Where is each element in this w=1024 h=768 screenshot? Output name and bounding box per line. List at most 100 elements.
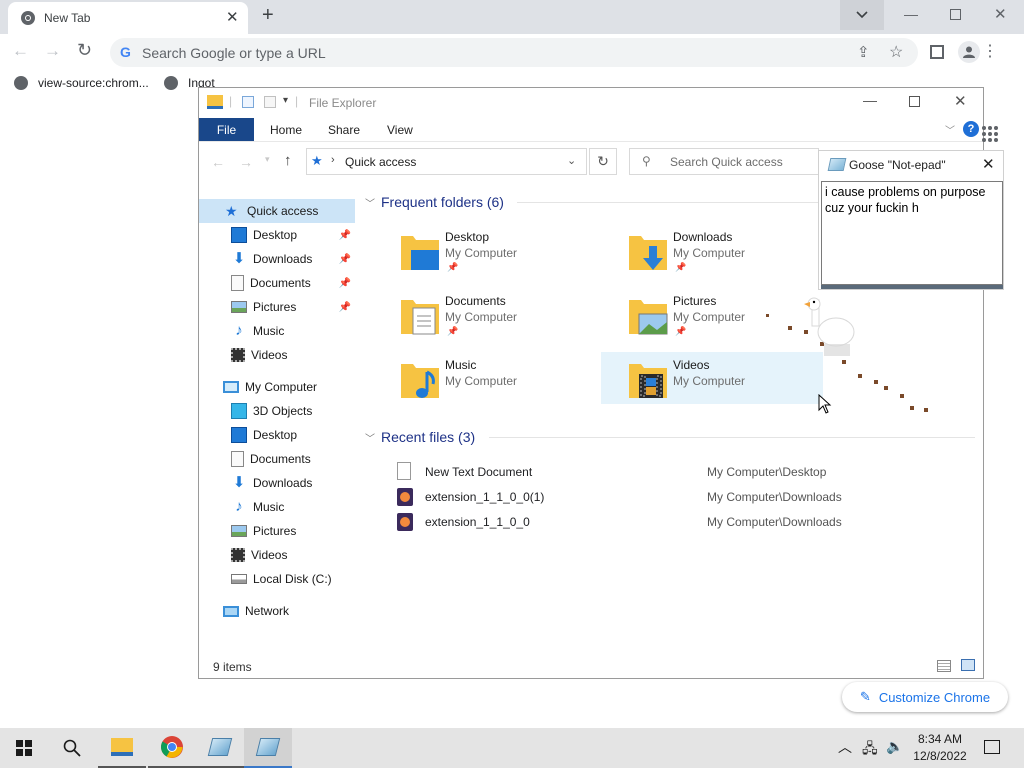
- ribbon-tab-file[interactable]: File: [199, 118, 254, 141]
- file-name: extension_1_1_0_0(1): [425, 490, 545, 504]
- back-arrow-icon[interactable]: ←: [12, 41, 29, 61]
- profile-avatar[interactable]: [958, 41, 980, 63]
- folder-downloads[interactable]: Downloads My Computer 📌: [627, 228, 847, 278]
- windows-logo-icon: [16, 740, 32, 756]
- nav-3d-objects[interactable]: 3D Objects: [231, 399, 355, 423]
- up-arrow-icon[interactable]: ↑: [284, 152, 292, 169]
- nav-label: Desktop: [253, 228, 298, 242]
- ribbon-tab-share[interactable]: Share: [328, 118, 360, 141]
- search-box[interactable]: ⚲ Search Quick access: [629, 148, 819, 175]
- nav-my-computer[interactable]: My Computer: [223, 375, 355, 399]
- taskbar-chrome[interactable]: [148, 728, 196, 768]
- taskbar-search-button[interactable]: [48, 728, 96, 768]
- ribbon-tab-home[interactable]: Home: [270, 118, 302, 141]
- omnibox[interactable]: G Search Google or type a URL ⇪ ☆: [110, 38, 918, 67]
- nav-downloads[interactable]: ⬇ Downloads 📌: [231, 247, 355, 271]
- pin-icon: 📌: [447, 262, 459, 272]
- tab-close-icon[interactable]: ✕: [226, 8, 239, 26]
- nav-quick-access[interactable]: ★ Quick access: [199, 199, 355, 223]
- recent-file-row[interactable]: extension_1_1_0_0(1) My Computer\Downloa…: [395, 485, 995, 509]
- close-icon[interactable]: ✕: [982, 155, 995, 173]
- nav-music[interactable]: ♪ Music: [231, 319, 355, 343]
- maximize-icon[interactable]: [909, 96, 920, 107]
- taskbar-goose-notepad[interactable]: [244, 728, 292, 768]
- extension-file-icon: [397, 513, 413, 531]
- nav-documents[interactable]: Documents 📌: [231, 271, 355, 295]
- nav-documents-pc[interactable]: Documents: [231, 447, 355, 471]
- folder-location: My Computer: [445, 246, 518, 260]
- tab-new-tab[interactable]: New Tab ✕: [8, 2, 248, 34]
- folder-name: Videos: [673, 358, 710, 372]
- folder-icon: [207, 95, 223, 109]
- pin-icon: 📌: [675, 326, 687, 336]
- customize-chrome-button[interactable]: ✎ Customize Chrome: [842, 682, 1008, 712]
- nav-label: Downloads: [253, 252, 313, 266]
- ribbon-expand-icon[interactable]: ﹀: [945, 122, 955, 137]
- qat-dropdown-icon[interactable]: ▾: [283, 95, 288, 106]
- recent-file-row[interactable]: extension_1_1_0_0 My Computer\Downloads: [395, 510, 995, 534]
- chevron-down-icon: ﹀: [365, 198, 375, 210]
- minimize-icon[interactable]: —: [904, 6, 918, 22]
- chevron-up-icon[interactable]: ︿: [838, 737, 852, 757]
- taskbar-file-explorer[interactable]: [98, 728, 146, 768]
- refresh-button[interactable]: ↻: [589, 148, 617, 175]
- volume-icon[interactable]: 🔈: [886, 738, 903, 755]
- folder-desktop[interactable]: Desktop My Computer 📌: [399, 228, 619, 278]
- recent-locations-icon[interactable]: ▾: [265, 154, 270, 165]
- apps-grid-icon[interactable]: [982, 126, 998, 142]
- nav-videos-pc[interactable]: Videos: [231, 543, 355, 567]
- notifications-icon[interactable]: [984, 740, 1000, 754]
- forward-arrow-icon[interactable]: →: [44, 41, 61, 61]
- side-panel-icon[interactable]: [930, 45, 944, 59]
- forward-arrow-icon[interactable]: →: [239, 154, 253, 170]
- star-icon: ★: [311, 153, 323, 168]
- details-view-icon[interactable]: [937, 660, 951, 672]
- nav-local-disk[interactable]: Local Disk (C:): [231, 567, 355, 591]
- menu-icon[interactable]: ⋮: [982, 41, 998, 61]
- nav-pictures-pc[interactable]: Pictures: [231, 519, 355, 543]
- search-icon: ⚲: [642, 154, 651, 168]
- taskbar-notepad[interactable]: [196, 728, 244, 768]
- network-status-icon[interactable]: 🖧: [862, 738, 878, 762]
- nav-downloads-pc[interactable]: ⬇ Downloads: [231, 471, 355, 495]
- folder-documents[interactable]: Documents My Computer 📌: [399, 292, 619, 342]
- folder-downloads-icon: [627, 230, 669, 274]
- nav-pictures[interactable]: Pictures 📌: [231, 295, 355, 319]
- desktop-icon: [231, 227, 247, 243]
- bookmark-view-source[interactable]: view-source:chrom...: [14, 76, 149, 90]
- chevron-down-icon[interactable]: ⌄: [567, 154, 576, 167]
- notepad-textarea[interactable]: i cause problems on purpose cuz your fuc…: [821, 181, 1003, 285]
- nav-network[interactable]: Network: [223, 599, 355, 623]
- minimize-icon[interactable]: —: [863, 92, 877, 108]
- tab-search-button[interactable]: [840, 0, 884, 30]
- nav-desktop-pc[interactable]: Desktop: [231, 423, 355, 447]
- restore-icon[interactable]: [950, 9, 961, 20]
- properties-icon[interactable]: [242, 96, 254, 108]
- ribbon-tab-view[interactable]: View: [387, 118, 413, 141]
- new-folder-icon[interactable]: [264, 96, 276, 108]
- back-arrow-icon[interactable]: ←: [211, 154, 225, 170]
- recent-files-header[interactable]: ﹀ Recent files (3): [365, 429, 475, 445]
- reload-icon[interactable]: ↻: [77, 40, 92, 61]
- bookmark-star-icon[interactable]: ☆: [889, 42, 903, 62]
- desktop-goose[interactable]: [764, 296, 934, 418]
- share-icon[interactable]: ⇪: [857, 43, 870, 61]
- nav-videos[interactable]: Videos: [231, 343, 355, 367]
- large-icons-view-icon[interactable]: [961, 659, 975, 671]
- address-bar[interactable]: ★ › Quick access ⌄: [306, 148, 587, 175]
- help-icon[interactable]: ?: [963, 121, 979, 137]
- new-tab-button[interactable]: +: [262, 4, 274, 27]
- folder-music[interactable]: Music My Computer: [399, 356, 619, 406]
- close-window-icon[interactable]: ✕: [994, 5, 1007, 23]
- frequent-folders-header[interactable]: ﹀ Frequent folders (6): [365, 194, 504, 210]
- file-path: My Computer\Downloads: [707, 515, 842, 529]
- clock-date: 12/8/2022: [913, 749, 967, 763]
- clock[interactable]: 8:34 AM 12/8/2022: [908, 731, 972, 765]
- start-button[interactable]: [0, 728, 48, 768]
- folder-location: My Computer: [445, 310, 518, 324]
- close-icon[interactable]: ✕: [954, 92, 967, 110]
- explorer-title: File Explorer: [309, 96, 377, 110]
- nav-desktop[interactable]: Desktop 📌: [231, 223, 355, 247]
- nav-music-pc[interactable]: ♪ Music: [231, 495, 355, 519]
- recent-file-row[interactable]: New Text Document My Computer\Desktop: [395, 460, 995, 484]
